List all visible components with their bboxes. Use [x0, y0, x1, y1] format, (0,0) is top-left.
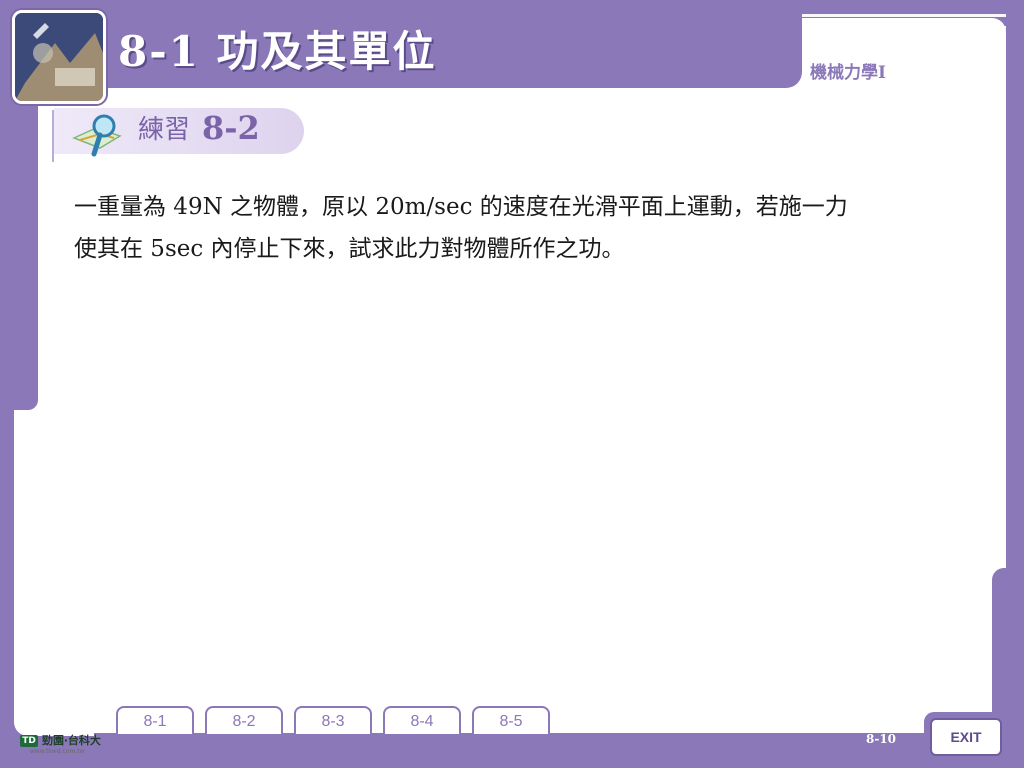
practice-label: 練習 [138, 115, 191, 145]
exit-button[interactable]: EXIT [930, 718, 1002, 756]
nav-tab-8-4[interactable]: 8-4 [383, 706, 461, 734]
left-decor-strip [0, 90, 38, 410]
machinery-photo-icon [15, 13, 103, 101]
header-decor-lines [802, 14, 1006, 56]
exit-button-frame: EXIT [924, 712, 1008, 762]
question-text: 一重量為 49N 之物體，原以 20m/sec 的速度在光滑平面上運動，若施一力… [74, 186, 964, 270]
question-line-1: 一重量為 49N 之物體，原以 20m/sec 的速度在光滑平面上運動，若施一力 [74, 194, 848, 220]
chapter-thumbnail-image [12, 10, 106, 104]
slide-frame: 8-1 功及其單位 機械力學I 練習 8-2 一重量為 49N 之物體，原以 2… [0, 0, 1024, 768]
question-line-2: 使其在 5sec 內停止下來，試求此力對物體所作之功。 [74, 236, 625, 262]
practice-number: 8-2 [202, 109, 260, 147]
nav-tab-8-1[interactable]: 8-1 [116, 706, 194, 734]
subject-label: 機械力學I [810, 63, 886, 83]
magnifier-map-icon [70, 110, 130, 160]
page-number: 8-10 [866, 732, 897, 746]
publisher-url: www.tkwd.com.tw [30, 748, 85, 755]
page-title: 8-1 功及其單位 [118, 27, 437, 76]
nav-tab-8-5[interactable]: 8-5 [472, 706, 550, 734]
nav-tab-8-3[interactable]: 8-3 [294, 706, 372, 734]
nav-tab-8-2[interactable]: 8-2 [205, 706, 283, 734]
publisher-logo-mark: TD [20, 735, 38, 747]
